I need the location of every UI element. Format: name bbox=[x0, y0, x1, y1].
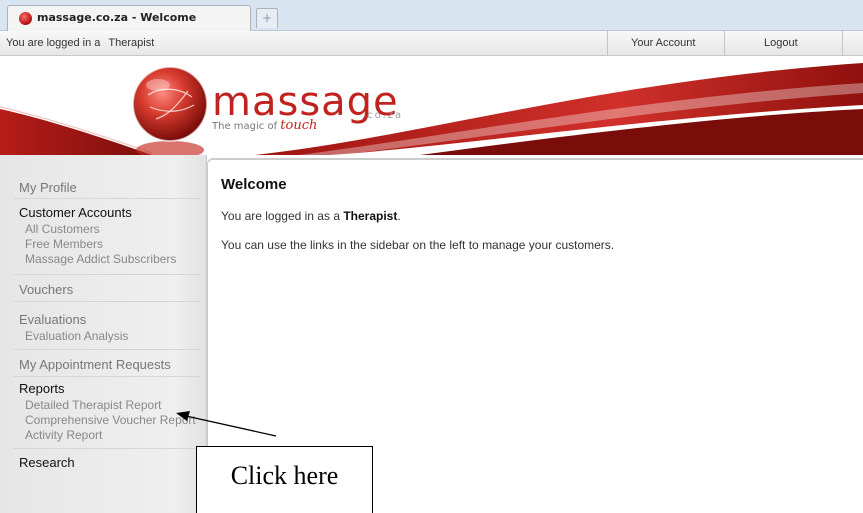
sidebar-divider bbox=[14, 448, 200, 449]
sidebar-item-massage-addict-subscribers[interactable]: Massage Addict Subscribers bbox=[25, 253, 176, 266]
sidebar-divider bbox=[14, 349, 200, 350]
sidebar-divider bbox=[14, 274, 200, 275]
sidebar-divider bbox=[14, 376, 200, 377]
site-tagline: The magic of touch bbox=[212, 118, 317, 133]
site-favicon-icon bbox=[19, 12, 32, 25]
banner-swoosh-graphic bbox=[0, 63, 863, 155]
sidebar-item-all-customers[interactable]: All Customers bbox=[25, 223, 100, 236]
sidebar-nav: My Profile Customer Accounts All Custome… bbox=[0, 155, 207, 513]
sidebar-divider bbox=[14, 301, 200, 302]
browser-tab-title: massage.co.za - Welcome bbox=[37, 11, 197, 24]
click-here-callout: Click here bbox=[196, 446, 373, 513]
tagline-script: touch bbox=[280, 118, 318, 133]
tagline-prefix: The magic of bbox=[212, 121, 278, 132]
page-title: Welcome bbox=[221, 176, 287, 193]
topbar-divider bbox=[724, 31, 725, 56]
login-message-role: Therapist bbox=[343, 209, 398, 223]
sidebar-section-research[interactable]: Research bbox=[19, 455, 75, 470]
topbar-divider bbox=[607, 31, 608, 56]
your-account-link[interactable]: Your Account bbox=[631, 37, 695, 49]
sidebar-item-free-members[interactable]: Free Members bbox=[25, 238, 103, 251]
sidebar-divider bbox=[14, 198, 200, 199]
browser-tab-strip: massage.co.za - Welcome + bbox=[0, 0, 863, 31]
sidebar-item-activity-report[interactable]: Activity Report bbox=[25, 429, 102, 442]
new-tab-button[interactable]: + bbox=[256, 8, 278, 28]
sidebar-item-evaluation-analysis[interactable]: Evaluation Analysis bbox=[25, 330, 128, 343]
login-status: You are logged in a Therapist bbox=[6, 37, 154, 49]
site-banner bbox=[0, 57, 863, 155]
login-message-suffix: . bbox=[397, 209, 401, 223]
annotation-arrow-icon bbox=[176, 411, 277, 437]
sidebar-item-my-profile[interactable]: My Profile bbox=[19, 180, 77, 195]
login-message: You are logged in as a Therapist. bbox=[221, 209, 401, 223]
sidebar-item-detailed-therapist-report[interactable]: Detailed Therapist Report bbox=[25, 399, 162, 412]
sidebar-section-evaluations[interactable]: Evaluations bbox=[19, 312, 86, 327]
sidebar-item-my-appointment-requests[interactable]: My Appointment Requests bbox=[19, 357, 171, 372]
plus-icon: + bbox=[261, 11, 273, 25]
instructions-text: You can use the links in the sidebar on … bbox=[221, 238, 615, 252]
top-account-bar: You are logged in a Therapist Your Accoun… bbox=[0, 31, 863, 56]
login-status-role: Therapist bbox=[108, 37, 155, 49]
sidebar-section-reports[interactable]: Reports bbox=[19, 381, 65, 396]
topbar-divider bbox=[842, 31, 843, 56]
login-status-prefix: You are logged in a bbox=[6, 37, 101, 49]
browser-tab[interactable]: massage.co.za - Welcome bbox=[7, 5, 251, 31]
site-logo-tld: .co.za bbox=[362, 110, 404, 121]
logout-link[interactable]: Logout bbox=[764, 37, 798, 49]
login-message-prefix: You are logged in as a bbox=[221, 209, 340, 223]
sidebar-item-vouchers[interactable]: Vouchers bbox=[19, 282, 73, 297]
sidebar-section-customer-accounts[interactable]: Customer Accounts bbox=[19, 205, 132, 220]
